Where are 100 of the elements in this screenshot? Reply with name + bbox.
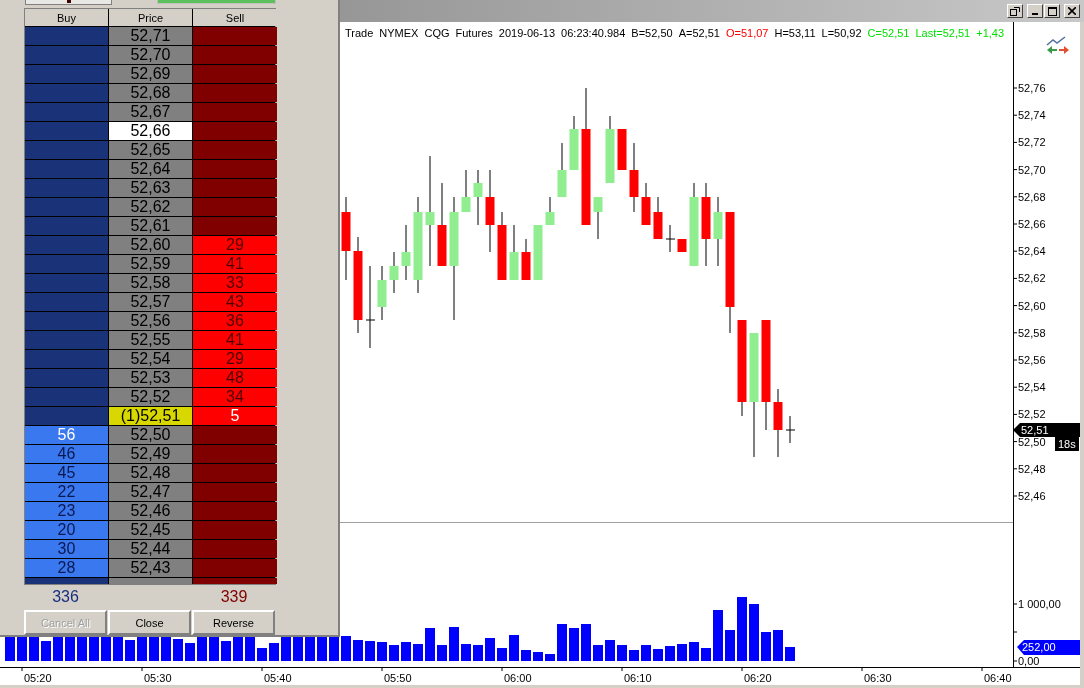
sell-cell[interactable] <box>193 217 277 236</box>
sell-cell[interactable]: 48 <box>193 369 277 388</box>
header-field: Last=52,51 <box>915 27 971 39</box>
price-cell: 52,62 <box>109 198 192 217</box>
sell-cell[interactable] <box>193 483 277 502</box>
sell-cell[interactable] <box>193 578 277 585</box>
axis-label: 1 000,00 <box>1018 598 1061 610</box>
sell-cell[interactable]: 29 <box>193 350 277 369</box>
sell-cell[interactable] <box>193 426 277 445</box>
candle <box>617 128 627 171</box>
axis-label: 52,74 <box>1018 109 1046 122</box>
column-header: Price <box>109 9 192 27</box>
price-cell: 52,70 <box>109 46 192 65</box>
buy-cell[interactable] <box>25 293 108 312</box>
axis-label: 05:40 <box>264 672 292 684</box>
buy-cell[interactable] <box>25 369 108 388</box>
sell-cell[interactable] <box>193 198 277 217</box>
order-button[interactable]: Close <box>108 610 191 635</box>
buy-cell[interactable]: 23 <box>25 502 108 521</box>
price-cell: 52,67 <box>109 103 192 122</box>
sell-cell[interactable] <box>193 84 277 103</box>
header-field: Trade <box>345 27 374 39</box>
header-field: 06:23:40.984 <box>561 27 626 39</box>
buy-cell[interactable] <box>25 65 108 84</box>
sell-cell[interactable] <box>193 521 277 540</box>
buy-cell[interactable] <box>25 255 108 274</box>
price-cell: 52,53 <box>109 369 192 388</box>
sell-cell[interactable] <box>193 122 277 141</box>
axis-label: 52,52 <box>1018 408 1046 421</box>
sell-cell[interactable] <box>193 141 277 160</box>
buy-total: 336 <box>52 588 79 606</box>
buy-cell[interactable]: 28 <box>25 559 108 578</box>
sell-cell[interactable] <box>193 464 277 483</box>
buy-cell[interactable]: 56 <box>25 426 108 445</box>
price-cell: 52,43 <box>109 559 192 578</box>
buy-cell[interactable] <box>25 388 108 407</box>
buy-cell[interactable] <box>25 217 108 236</box>
buy-cell[interactable] <box>25 312 108 331</box>
buy-cell[interactable]: 22 <box>25 483 108 502</box>
candle <box>401 224 411 281</box>
buy-cell[interactable]: 20 <box>25 521 108 540</box>
buy-cell[interactable] <box>25 578 108 585</box>
sell-cell[interactable]: 29 <box>193 236 277 255</box>
close-icon[interactable] <box>1064 4 1080 18</box>
price-cell: 52,57 <box>109 293 192 312</box>
sell-cell[interactable]: 34 <box>193 388 277 407</box>
buy-cell[interactable] <box>25 179 108 198</box>
buy-cell[interactable] <box>25 274 108 293</box>
maximize-icon[interactable] <box>1044 4 1060 18</box>
sell-cell[interactable] <box>193 559 277 578</box>
candle <box>605 115 615 184</box>
price-cell: 52,60 <box>109 236 192 255</box>
price-cell: 52,65 <box>109 141 192 160</box>
axis-label: 52,64 <box>1018 245 1046 258</box>
sell-cell[interactable]: 41 <box>193 255 277 274</box>
sell-cell[interactable] <box>193 502 277 521</box>
candle <box>593 196 603 240</box>
axis-label: 05:50 <box>384 672 412 684</box>
buy-cell[interactable] <box>25 198 108 217</box>
buy-cell[interactable] <box>25 122 108 141</box>
price-cell: 52,69 <box>109 65 192 84</box>
buy-cell[interactable] <box>25 236 108 255</box>
sell-cell[interactable] <box>193 46 277 65</box>
trade-icon[interactable] <box>1046 36 1070 56</box>
order-button[interactable]: Reverse <box>192 610 275 635</box>
buy-cell[interactable] <box>25 160 108 179</box>
candle <box>533 224 543 281</box>
buy-cell[interactable] <box>25 46 108 65</box>
sell-cell[interactable]: 36 <box>193 312 277 331</box>
price-cell: 52,71 <box>109 27 192 46</box>
buy-cell[interactable]: 30 <box>25 540 108 559</box>
buy-cell[interactable] <box>25 103 108 122</box>
buy-cell[interactable] <box>25 141 108 160</box>
buy-cell[interactable] <box>25 407 108 426</box>
buy-cell[interactable]: 45 <box>25 464 108 483</box>
price-cell: 52,66 <box>109 122 192 141</box>
sell-cell[interactable] <box>193 445 277 464</box>
sell-cell[interactable]: 33 <box>193 274 277 293</box>
axis-label: 06:40 <box>984 672 1012 684</box>
sell-cell[interactable] <box>193 179 277 198</box>
buy-cell[interactable]: 46 <box>25 445 108 464</box>
sell-cell[interactable] <box>193 160 277 179</box>
sell-cell[interactable] <box>193 103 277 122</box>
price-cell: 52,55 <box>109 331 192 350</box>
axis-label: 52,48 <box>1018 462 1046 475</box>
minimize-icon[interactable] <box>1027 4 1043 18</box>
sell-cell[interactable] <box>193 27 277 46</box>
sell-cell[interactable]: 5 <box>193 407 277 426</box>
sell-cell[interactable] <box>193 540 277 559</box>
sell-cell[interactable]: 43 <box>193 293 277 312</box>
sell-cell[interactable] <box>193 65 277 84</box>
axis-label: 52,76 <box>1018 82 1046 94</box>
buy-cell[interactable] <box>25 84 108 103</box>
header-field: +1,43 <box>976 27 1005 39</box>
sell-cell[interactable]: 41 <box>193 331 277 350</box>
buy-cell[interactable] <box>25 350 108 369</box>
buy-cell[interactable] <box>25 331 108 350</box>
restore-icon[interactable] <box>1007 4 1023 18</box>
header-field: B=52,50 <box>631 27 673 39</box>
buy-cell[interactable] <box>25 27 108 46</box>
